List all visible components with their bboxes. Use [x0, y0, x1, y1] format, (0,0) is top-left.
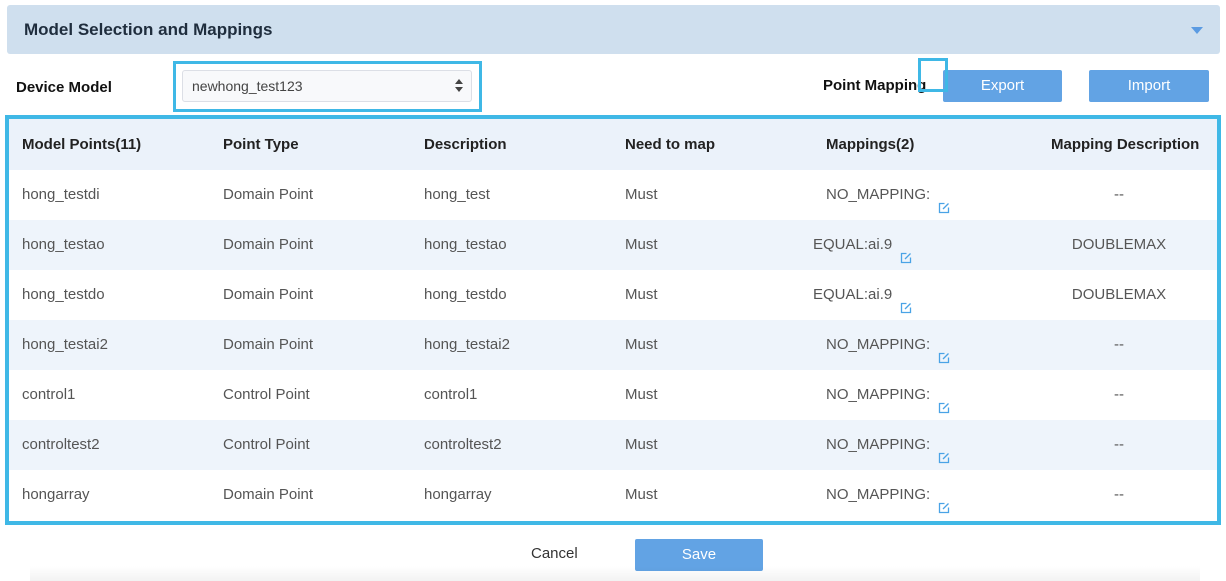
model-point-cell: controltest2	[22, 436, 100, 453]
description-cell: hong_testao	[424, 236, 507, 253]
edit-icon-highlight	[918, 58, 948, 92]
description-cell: hong_testai2	[424, 336, 510, 353]
mapping-value: NO_MAPPING:	[826, 386, 931, 403]
device-model-select[interactable]: newhong_test123	[182, 70, 472, 102]
edit-icon[interactable]	[938, 385, 950, 414]
mapping-description-cell: --	[1114, 186, 1124, 203]
description-cell: hongarray	[424, 486, 492, 503]
section-header[interactable]: Model Selection and Mappings	[7, 5, 1220, 54]
mapping-description-cell: --	[1114, 486, 1124, 503]
mapping-cell: NO_MAPPING:	[826, 470, 950, 520]
point-type-cell: Domain Point	[223, 336, 314, 353]
mapping-value: EQUAL:ai.9	[813, 236, 893, 253]
device-model-label: Device Model	[16, 79, 112, 96]
model-point-cell: hongarray	[22, 486, 90, 503]
point-mapping-label: Point Mapping	[823, 77, 927, 94]
need-to-map-cell: Must	[625, 486, 658, 503]
table-row: hongarray Domain Point hongarray Must NO_MAP…	[9, 470, 1217, 520]
point-type-cell: Control Point	[223, 436, 310, 453]
need-to-map-cell: Must	[625, 286, 658, 303]
point-type-cell: Domain Point	[223, 486, 314, 503]
need-to-map-cell: Must	[625, 336, 658, 353]
point-type-cell: Domain Point	[223, 286, 314, 303]
table-row: hong_testdi Domain Point hong_test Must NO_M…	[9, 170, 1217, 220]
model-point-cell: hong_testao	[22, 236, 105, 253]
description-cell: control1	[424, 386, 478, 403]
mapping-value: EQUAL:ai.9	[813, 286, 893, 303]
cancel-button[interactable]: Cancel	[531, 545, 578, 562]
mapping-value: NO_MAPPING:	[826, 336, 931, 353]
model-point-cell: control1	[22, 386, 76, 403]
mapping-cell: EQUAL:ai.9	[813, 220, 912, 270]
export-button[interactable]: Export	[943, 70, 1062, 102]
header-mappings: Mappings(2)	[826, 136, 915, 153]
mapping-value: NO_MAPPING:	[826, 486, 931, 503]
need-to-map-cell: Must	[625, 386, 658, 403]
mapping-description-cell: --	[1114, 336, 1124, 353]
mapping-description-cell: DOUBLEMAX	[1071, 286, 1167, 303]
mapping-description-cell: DOUBLEMAX	[1071, 236, 1167, 253]
point-type-cell: Domain Point	[223, 236, 314, 253]
mapping-cell: NO_MAPPING:	[826, 320, 950, 370]
section-title: Model Selection and Mappings	[24, 20, 273, 39]
table-row: control1 Control Point control1 Must NO_MAPP…	[9, 370, 1217, 420]
header-model-points: Model Points(11)	[22, 136, 142, 153]
mapping-description-cell: --	[1114, 386, 1124, 403]
header-need-to-map: Need to map	[625, 136, 716, 153]
edit-icon[interactable]	[900, 235, 912, 264]
mapping-cell: NO_MAPPING:	[826, 420, 950, 470]
model-selection-page: Model Selection and Mappings Device Mode…	[0, 0, 1226, 581]
need-to-map-cell: Must	[625, 186, 658, 203]
need-to-map-cell: Must	[625, 236, 658, 253]
table-row: hong_testdo Domain Point hong_testdo Must EQ…	[9, 270, 1217, 320]
import-button[interactable]: Import	[1089, 70, 1209, 102]
model-point-cell: hong_testdo	[22, 286, 105, 303]
edit-icon[interactable]	[900, 285, 912, 314]
model-point-cell: hong_testai2	[22, 336, 108, 353]
mapping-cell: EQUAL:ai.9	[813, 270, 912, 320]
mapping-description-cell: --	[1114, 436, 1124, 453]
edit-icon[interactable]	[938, 335, 950, 364]
header-point-type: Point Type	[223, 136, 299, 153]
edit-icon[interactable]	[938, 185, 950, 214]
point-type-cell: Control Point	[223, 386, 310, 403]
table-row: hong_testao Domain Point hong_testao Must EQ…	[9, 220, 1217, 270]
description-cell: hong_test	[424, 186, 490, 203]
table-header-row: Model Points(11) Point Type Description …	[9, 119, 1217, 170]
edit-icon[interactable]	[938, 485, 950, 514]
mapping-cell: NO_MAPPING:	[826, 370, 950, 420]
device-model-select-value: newhong_test123	[192, 78, 303, 94]
mapping-table: Model Points(11) Point Type Description …	[9, 119, 1217, 521]
sort-arrows-icon	[455, 79, 463, 93]
mapping-cell: NO_MAPPING:	[826, 170, 950, 220]
header-description: Description	[424, 136, 507, 153]
need-to-map-cell: Must	[625, 436, 658, 453]
table-row: controltest2 Control Point controltest2 Mus…	[9, 420, 1217, 470]
table-row: hong_testai2 Domain Point hong_testai2 Must…	[9, 320, 1217, 370]
mapping-value: NO_MAPPING:	[826, 186, 931, 203]
header-mapping-description: Mapping Description	[1051, 136, 1200, 153]
model-point-cell: hong_testdi	[22, 186, 100, 203]
footer-shadow	[30, 566, 1200, 581]
edit-icon[interactable]	[938, 435, 950, 464]
chevron-down-icon[interactable]	[1191, 27, 1203, 34]
description-cell: controltest2	[424, 436, 502, 453]
mapping-value: NO_MAPPING:	[826, 436, 931, 453]
description-cell: hong_testdo	[424, 286, 507, 303]
point-type-cell: Domain Point	[223, 186, 314, 203]
